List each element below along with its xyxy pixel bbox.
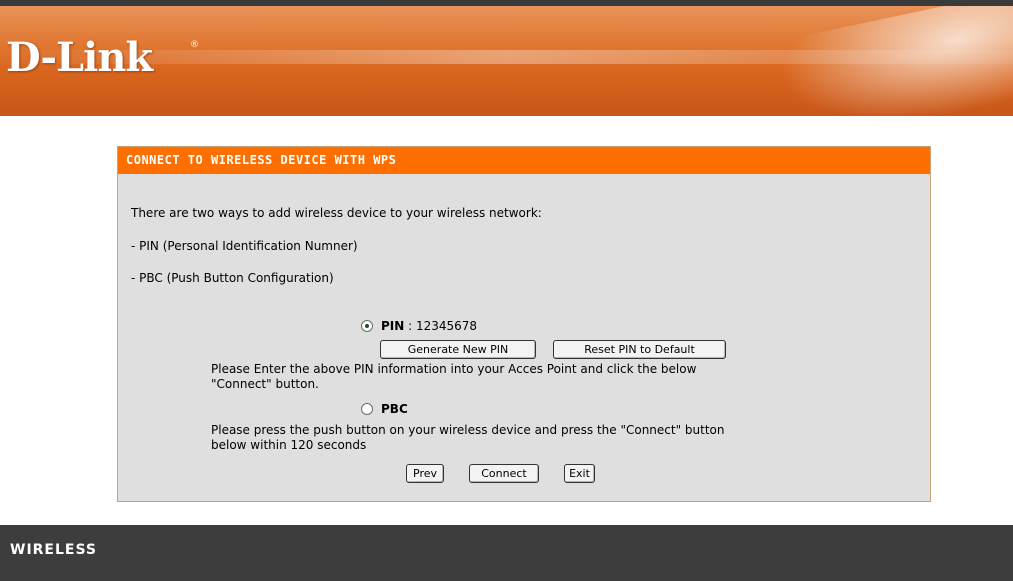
pin-instruction-1: Please Enter the above PIN information i… <box>211 362 697 376</box>
method-pbc-text: - PBC (Push Button Configuration) <box>131 271 334 285</box>
panel-title: CONNECT TO WIRELESS DEVICE WITH WPS <box>118 147 930 174</box>
dlink-logo: D-Link <box>6 34 153 81</box>
pbc-label: PBC <box>381 402 408 416</box>
pbc-instruction-2: below within 120 seconds <box>211 438 367 452</box>
wps-panel: CONNECT TO WIRELESS DEVICE WITH WPS Ther… <box>117 146 931 502</box>
generate-new-pin-button[interactable]: Generate New PIN <box>380 340 536 359</box>
pin-option[interactable]: PIN : 12345678 <box>361 319 477 333</box>
pbc-instruction-1: Please press the push button on your wir… <box>211 423 725 437</box>
method-pin-text: - PIN (Personal Identification Numner) <box>131 239 358 253</box>
banner-swoosh <box>743 6 1013 116</box>
footer-bar: WIRELESS <box>0 525 1013 581</box>
reset-pin-button[interactable]: Reset PIN to Default <box>553 340 726 359</box>
prev-button[interactable]: Prev <box>406 464 444 483</box>
pin-instruction-2: "Connect" button. <box>211 377 319 391</box>
pbc-radio[interactable] <box>361 403 373 415</box>
exit-button[interactable]: Exit <box>564 464 595 483</box>
pin-separator: : <box>404 319 416 333</box>
connect-button[interactable]: Connect <box>469 464 539 483</box>
pin-value: 12345678 <box>415 319 478 333</box>
pbc-option[interactable]: PBC <box>361 402 408 416</box>
footer-label: WIRELESS <box>10 542 98 558</box>
registered-mark: ® <box>190 40 199 50</box>
header-banner: D-Link ® <box>0 6 1013 116</box>
intro-text: There are two ways to add wireless devic… <box>131 206 542 220</box>
pin-label: PIN <box>381 319 405 333</box>
pin-radio[interactable] <box>361 320 373 332</box>
